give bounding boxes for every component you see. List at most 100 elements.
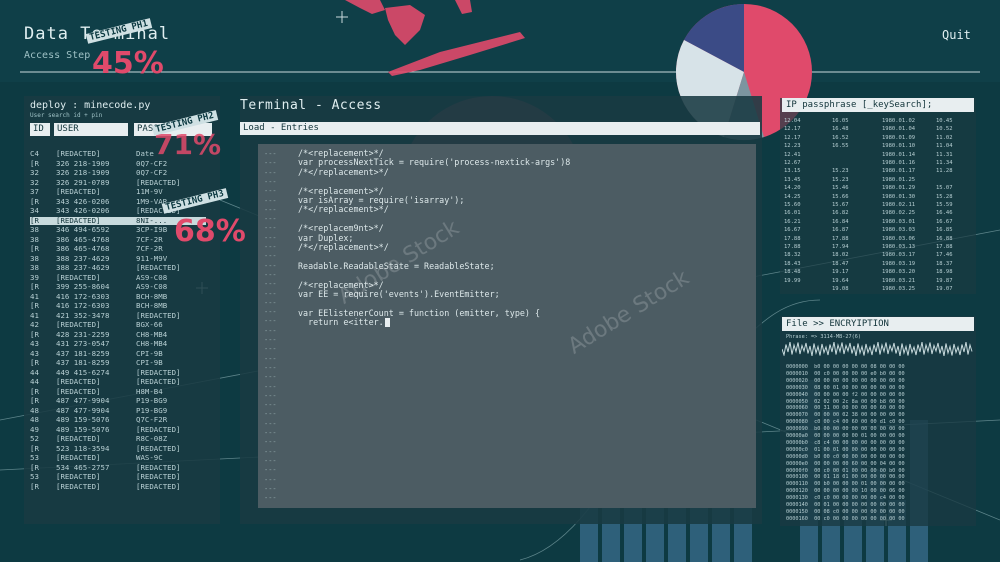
cell-id: 42 — [30, 320, 39, 329]
line-marker: --- — [264, 187, 277, 196]
table-row[interactable]: [R [REDACTED] [REDACTED] — [30, 481, 206, 491]
line-marker: --- — [264, 419, 277, 428]
table-row[interactable]: 41 421 352-3478 [REDACTED] — [30, 310, 206, 320]
cell-id: 32 — [30, 177, 39, 187]
cell-id: [R — [30, 386, 39, 396]
column-header-user[interactable]: USER — [54, 123, 128, 136]
cell-user: [REDACTED] — [56, 481, 101, 491]
table-row[interactable]: 39 [REDACTED] AS9-C08 — [30, 272, 206, 282]
ip-cell: 16.05 — [832, 118, 849, 124]
ip-cell: 1980.03.06 — [882, 235, 916, 242]
ip-cell: 18.48 — [784, 269, 801, 276]
table-row[interactable]: [R 534 465-2757 [REDACTED] — [30, 463, 206, 472]
cell-user: 487 477-9904 — [56, 405, 110, 415]
cell-user: 523 118-3594 — [56, 443, 110, 453]
ip-cell: 19.07 — [936, 286, 953, 292]
line-marker: --- — [264, 196, 277, 205]
quit-button[interactable]: Quit — [942, 28, 971, 42]
hex-row: 0000130 c0 c0 00 00 00 00 00 c4 00 00 — [786, 495, 905, 502]
ip-cell: 1980.01.17 — [882, 168, 916, 175]
table-row[interactable]: 42 [REDACTED] BGX-66 — [30, 320, 206, 329]
hex-row: 0000150 00 08 c0 00 00 00 00 00 00 00 — [786, 508, 905, 515]
ip-cell: 11.02 — [936, 134, 953, 141]
table-row[interactable]: 43 437 181-8259 CPI-9B — [30, 348, 206, 358]
cell-user: 326 218-1909 — [56, 158, 110, 168]
ip-cell: 16.88 — [936, 235, 953, 242]
hex-row: 0000060 00 31 00 00 00 00 00 60 00 00 — [786, 405, 905, 412]
code-line: return e<itter. — [298, 317, 390, 328]
table-row[interactable]: 32 326 218-1909 0Q7-CF2 — [30, 168, 206, 177]
ip-cell: 15.66 — [832, 193, 849, 200]
table-row[interactable]: 48 487 477-9904 P19-BG9 — [30, 405, 206, 415]
ip-cell: 16.87 — [832, 227, 849, 234]
cell-id: 41 — [30, 310, 39, 320]
table-row[interactable]: 53 [REDACTED] [REDACTED] — [30, 472, 206, 481]
code-line: var EE = require('events').EventEmitter; — [298, 289, 500, 299]
column-header-id[interactable]: ID — [30, 123, 50, 136]
ip-cell: 18.98 — [936, 269, 953, 276]
ip-cell: 1980.01.14 — [882, 151, 916, 158]
ip-cell: 15.23 — [832, 176, 849, 183]
table-row[interactable]: 38 388 237-4629 911-M9V — [30, 254, 206, 263]
cell-user: 428 231-2259 — [56, 329, 110, 339]
table-row[interactable]: 44 449 415-6274 [REDACTED] — [30, 368, 206, 377]
cell-user: [REDACTED] — [56, 320, 101, 329]
cell-id: 41 — [30, 291, 39, 301]
cell-pass: R8C-08Z — [136, 434, 168, 443]
ip-cell: 13.15 — [784, 168, 801, 175]
line-marker: --- — [264, 270, 277, 279]
table-row[interactable]: [R 416 172-6303 BCH-8MB — [30, 301, 206, 310]
line-marker: --- — [264, 410, 277, 419]
table-row[interactable]: 49 489 159-5076 [REDACTED] — [30, 425, 206, 434]
cell-user: [REDACTED] — [56, 215, 101, 225]
line-marker: --- — [264, 475, 277, 484]
ip-cell: 18.02 — [832, 252, 849, 259]
ip-cell: 18.37 — [936, 260, 953, 267]
ip-cell: 16.85 — [936, 227, 953, 234]
ip-cell: 12.17 — [784, 134, 801, 141]
cell-pass: [REDACTED] — [136, 310, 181, 320]
table-row[interactable]: [R 428 231-2259 CH8-MB4 — [30, 329, 206, 339]
encryption-header: Phrase: => 3114-MB-27(6) — [786, 334, 861, 340]
cell-pass: [REDACTED] — [136, 377, 181, 386]
table-row[interactable]: 53 [REDACTED] WAS-9C — [30, 453, 206, 462]
table-row[interactable]: 48 489 159-5076 Q7C-F2R — [30, 415, 206, 424]
ip-cell: 11.31 — [936, 151, 953, 158]
ip-cell: 1980.01.29 — [882, 185, 916, 192]
cell-id: [R — [30, 481, 39, 491]
ip-passphrase-title: IP passphrase [_keySearch]; — [782, 98, 974, 112]
table-row[interactable]: 37 [REDACTED] 11M-9V — [30, 187, 206, 196]
cell-id: [R — [30, 301, 39, 310]
text-cursor — [384, 318, 390, 328]
cell-user: [REDACTED] — [56, 434, 101, 443]
cell-id: 39 — [30, 272, 39, 282]
cell-pass: [REDACTED] — [136, 472, 181, 481]
table-row[interactable]: [R [REDACTED] H8M-B4 — [30, 386, 206, 396]
table-row[interactable]: [R 399 255-8604 AS9-C08 — [30, 282, 206, 291]
hex-row: 00000d0 b0 00 c0 00 00 00 00 00 00 00 — [786, 453, 905, 460]
table-row[interactable]: [R 437 181-8259 CPI-9B — [30, 358, 206, 367]
cell-user: 437 181-8259 — [56, 358, 110, 367]
table-row[interactable]: 52 [REDACTED] R8C-08Z — [30, 434, 206, 443]
cell-pass: [REDACTED] — [136, 481, 181, 491]
terminal-subheader: Load - Entries — [240, 122, 760, 135]
line-marker: --- — [264, 326, 277, 335]
cell-user: 416 172-6303 — [56, 301, 110, 310]
ip-cell: 1980.02.25 — [882, 210, 916, 217]
table-row[interactable]: [R 487 477-9904 P19-BG9 — [30, 396, 206, 405]
ip-cell: 19.17 — [832, 269, 849, 276]
table-row[interactable]: [R 523 118-3594 [REDACTED] — [30, 443, 206, 453]
table-row[interactable]: 38 388 237-4629 [REDACTED] — [30, 263, 206, 272]
table-row[interactable]: 41 416 172-6303 BCH-8MB — [30, 291, 206, 301]
ip-cell: 16.67 — [784, 227, 801, 234]
ip-cell: 15.46 — [832, 185, 849, 192]
hex-row: 00000a0 00 00 00 00 00 01 00 00 00 00 — [786, 433, 905, 439]
table-row[interactable]: 43 431 273-0547 CH8-MB4 — [30, 339, 206, 348]
ip-cell: 18.32 — [784, 252, 801, 259]
cell-id: 43 — [30, 348, 39, 358]
ip-cell: 11.34 — [936, 160, 953, 166]
ip-cell: 19.87 — [936, 277, 953, 284]
table-row[interactable]: 32 326 291-0789 [REDACTED] — [30, 177, 206, 187]
table-row[interactable]: 44 [REDACTED] [REDACTED] — [30, 377, 206, 386]
ip-cell: 16.82 — [832, 210, 849, 217]
